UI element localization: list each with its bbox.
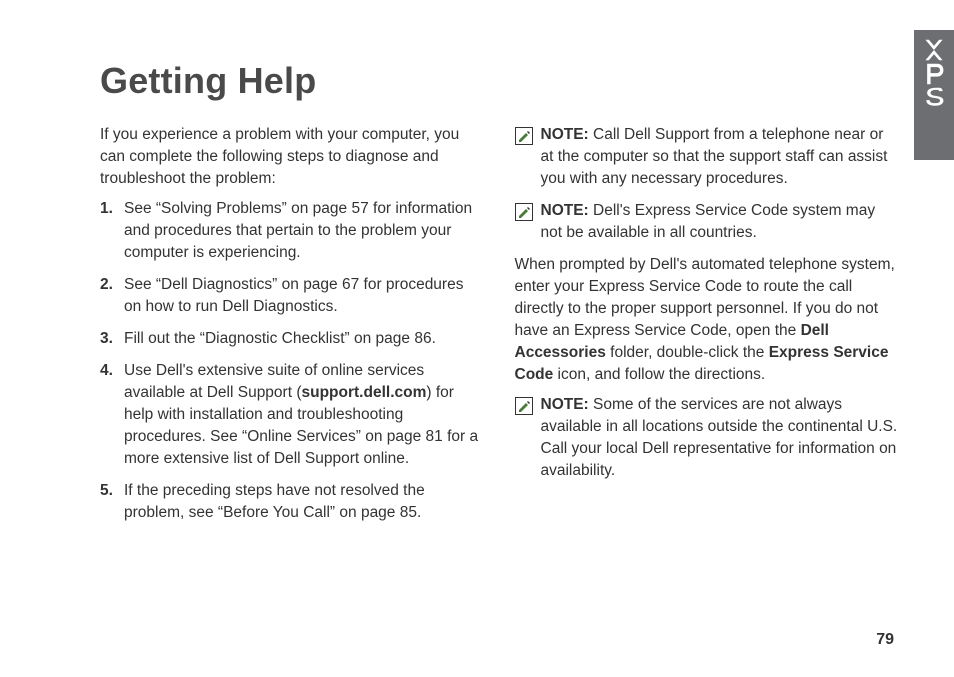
para-text: folder, double-click the: [606, 344, 769, 361]
note-block: NOTE: Some of the services are not alway…: [515, 394, 900, 482]
xps-logo-icon: [922, 38, 946, 107]
note-label: NOTE:: [541, 396, 589, 413]
document-page: Getting Help If you experience a problem…: [0, 0, 954, 677]
step-item: See “Solving Problems” on page 57 for in…: [100, 198, 485, 264]
note-block: NOTE: Call Dell Support from a telephone…: [515, 124, 900, 190]
intro-paragraph: If you experience a problem with your co…: [100, 124, 485, 190]
step-item: Fill out the “Diagnostic Checklist” on p…: [100, 328, 485, 350]
pencil-note-icon: [515, 203, 533, 221]
page-title: Getting Help: [100, 60, 899, 102]
left-column: If you experience a problem with your co…: [100, 124, 485, 534]
note-text: Call Dell Support from a telephone near …: [541, 126, 888, 187]
note-text: Dell's Express Service Code system may n…: [541, 202, 876, 241]
step-item: Use Dell's extensive suite of online ser…: [100, 360, 485, 470]
step-item: If the preceding steps have not resolved…: [100, 480, 485, 524]
note-body: NOTE: Some of the services are not alway…: [541, 394, 900, 482]
note-block: NOTE: Dell's Express Service Code system…: [515, 200, 900, 244]
pencil-note-icon: [515, 127, 533, 145]
content-columns: If you experience a problem with your co…: [100, 124, 899, 534]
page-number: 79: [876, 631, 894, 649]
body-paragraph: When prompted by Dell's automated teleph…: [515, 254, 900, 386]
note-body: NOTE: Call Dell Support from a telephone…: [541, 124, 900, 190]
pencil-note-icon: [515, 397, 533, 415]
step-item: See “Dell Diagnostics” on page 67 for pr…: [100, 274, 485, 318]
brand-side-tab: [914, 30, 954, 160]
para-text: icon, and follow the directions.: [553, 366, 765, 383]
note-label: NOTE:: [541, 202, 589, 219]
steps-list: See “Solving Problems” on page 57 for in…: [100, 198, 485, 524]
note-label: NOTE:: [541, 126, 589, 143]
note-text: Some of the services are not always avai…: [541, 396, 898, 479]
note-body: NOTE: Dell's Express Service Code system…: [541, 200, 900, 244]
right-column: NOTE: Call Dell Support from a telephone…: [515, 124, 900, 534]
support-url: support.dell.com: [302, 384, 427, 401]
para-text: When prompted by Dell's automated teleph…: [515, 256, 895, 339]
